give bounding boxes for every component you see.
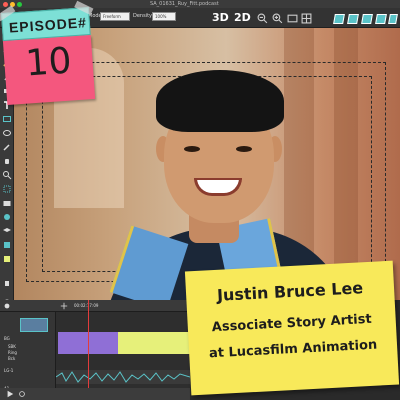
zoom-tool-icon[interactable] [2, 170, 12, 180]
eyedropper-icon[interactable] [2, 142, 12, 152]
episode-number: 10 [24, 40, 73, 85]
playhead[interactable] [88, 300, 89, 400]
palette-icon[interactable] [2, 254, 12, 264]
layers-icon[interactable] [2, 226, 12, 236]
view-3d-button[interactable]: 3D [212, 11, 229, 24]
color-swatch-icon[interactable] [2, 240, 12, 250]
camera-icon[interactable] [2, 198, 12, 208]
timeline-clip[interactable] [118, 332, 190, 354]
guest-name: Justin Bruce Lee [216, 278, 364, 305]
settings-icon[interactable] [3, 302, 11, 310]
density-select[interactable]: 100% [152, 12, 176, 21]
guest-company: at Lucasfilm Animation [208, 337, 378, 362]
select-rect-icon[interactable] [2, 114, 12, 124]
episode-label: EPISODE# [8, 14, 88, 36]
portrait-hair [156, 70, 284, 132]
density-label: Density: [133, 13, 154, 19]
layer-row[interactable]: Bck [8, 356, 15, 361]
portrait-eye [184, 146, 200, 152]
loop-icon[interactable] [18, 390, 26, 398]
maximize-window-icon[interactable] [17, 2, 22, 7]
episode-number-note: 10 [2, 34, 96, 105]
fit-view-icon[interactable] [287, 13, 298, 24]
shape-cube-icon[interactable] [333, 14, 345, 24]
timecode: 00:02:17:09 [74, 303, 99, 308]
add-layer-icon[interactable] [60, 302, 68, 310]
mode-select[interactable]: Freeform [100, 12, 130, 21]
timeline-layer-list: BG SBK Ring Bck LG-1 A1 [0, 312, 56, 400]
shape-cube-icon[interactable] [361, 14, 373, 24]
grid-icon[interactable] [301, 13, 312, 24]
timeline-header: 00:02:17:09 [0, 300, 190, 312]
shape-cube-icon[interactable] [375, 14, 387, 24]
layer-row[interactable]: SBK [8, 344, 16, 349]
trash-icon[interactable] [2, 278, 12, 288]
audio-waveform[interactable] [56, 370, 190, 384]
portrait-eye [236, 146, 252, 152]
transform-icon[interactable] [2, 184, 12, 194]
zoom-in-icon[interactable] [272, 13, 283, 24]
close-window-icon[interactable] [3, 2, 8, 7]
title-bar: SA_01631_Ruy_Fitt.podcast [0, 0, 400, 8]
layer-row[interactable]: Ring [8, 350, 17, 355]
shape-cube-icon[interactable] [347, 14, 359, 24]
layer-row[interactable]: BG [4, 336, 10, 341]
hand-icon[interactable] [2, 156, 12, 166]
timeline-panel: 00:02:17:09 BG SBK Ring Bck LG-1 A1 [0, 300, 190, 400]
guest-role: Associate Story Artist [211, 311, 373, 336]
play-icon[interactable] [6, 390, 14, 398]
episode-sticky-note: EPISODE# 10 [0, 0, 96, 105]
timeline-transport-bar [0, 388, 190, 400]
layer-row[interactable]: LG-1 [4, 368, 13, 373]
zoom-out-icon[interactable] [257, 13, 268, 24]
shape-cube-icon[interactable] [388, 14, 398, 24]
fill-icon[interactable] [2, 212, 12, 222]
guest-name-note: Justin Bruce Lee Associate Story Artist … [184, 260, 400, 396]
window-title: SA_01631_Ruy_Fitt.podcast [150, 1, 219, 7]
view-2d-button[interactable]: 2D [234, 11, 251, 24]
lasso-icon[interactable] [2, 128, 12, 138]
layer-thumbnail[interactable] [20, 318, 48, 332]
